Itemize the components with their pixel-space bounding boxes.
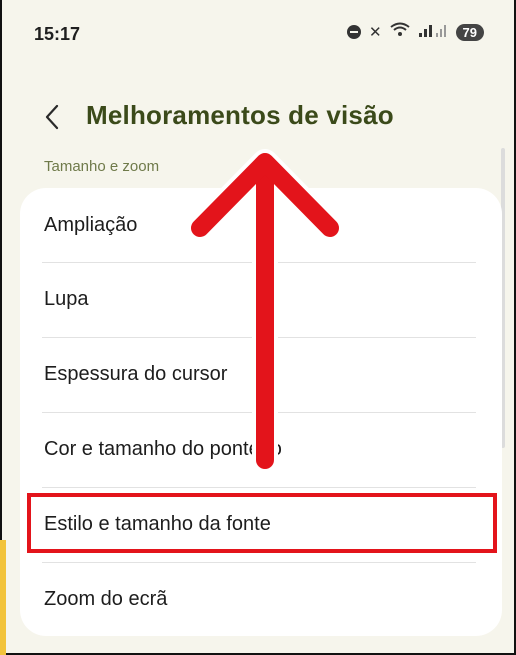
- chevron-left-icon[interactable]: [42, 102, 62, 132]
- battery-indicator: 79: [455, 23, 484, 41]
- list-item-label: Cor e tamanho do ponteiro: [44, 438, 282, 460]
- highlight-box: [27, 493, 497, 553]
- header: Melhoramentos de visão: [0, 94, 516, 140]
- decorative-edge: [0, 540, 6, 655]
- page-title: Melhoramentos de visão: [86, 100, 394, 130]
- status-bar: 15:17 ✕ 79: [0, 0, 516, 60]
- do-not-disturb-icon: [346, 25, 361, 39]
- list-item-espessura-cursor[interactable]: Espessura do cursor: [42, 337, 476, 413]
- mute-icon: ✕: [368, 24, 382, 41]
- list-item-label: Lupa: [44, 288, 89, 310]
- status-time: 15:17: [34, 24, 81, 44]
- list-item-label: Ampliação: [44, 214, 138, 236]
- section-label: Tamanho e zoom: [44, 158, 160, 175]
- status-icons: ✕ 79: [346, 22, 484, 42]
- list-item-cor-tamanho-ponteiro[interactable]: Cor e tamanho do ponteiro: [42, 412, 476, 488]
- list-item-ampliacao[interactable]: Ampliação: [42, 188, 476, 264]
- list-item-label: Zoom do ecrã: [44, 588, 168, 610]
- list-item-lupa[interactable]: Lupa: [42, 262, 476, 338]
- signal-icon: [418, 22, 448, 42]
- list-item-zoom-ecra[interactable]: Zoom do ecrã: [42, 562, 476, 638]
- wifi-icon: [389, 22, 410, 42]
- list-item-label: Espessura do cursor: [44, 363, 228, 385]
- settings-card: Ampliação Lupa Espessura do cursor Cor e…: [20, 188, 502, 636]
